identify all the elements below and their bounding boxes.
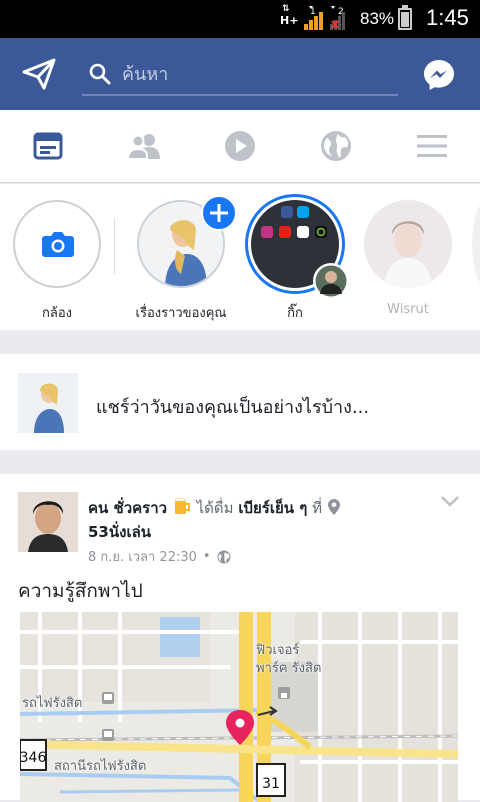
search-input[interactable]: [122, 58, 392, 90]
post-drink[interactable]: เบียร์เย็น ๆ: [238, 499, 307, 517]
top-app-bar: [0, 38, 480, 110]
clock: 1:45: [426, 5, 469, 30]
battery-percent: 83%: [360, 9, 395, 28]
tab-menu[interactable]: [408, 124, 456, 168]
messenger-icon[interactable]: [422, 58, 456, 92]
story-wisrut-thumbnail: [364, 200, 452, 288]
post-author-name[interactable]: คน ชั่วคราว: [88, 499, 167, 517]
camera-icon: [42, 232, 74, 257]
signal-strength-sim1-icon: 1: [304, 6, 323, 30]
story-label: กล้อง: [42, 306, 72, 321]
menu-icon: [417, 135, 447, 157]
story-next-peek[interactable]: [472, 200, 480, 288]
story-gik-avatar: [313, 263, 349, 299]
post-place[interactable]: 53นั่งเล่น: [88, 523, 151, 541]
signal-strength-sim2-icon: 2: [330, 6, 345, 30]
post-action-text: ได้ดื่ม: [196, 499, 234, 517]
send-icon[interactable]: [22, 58, 56, 90]
status-bar: ⇅ H+ 1 2 83% 1:45: [0, 0, 480, 38]
story-label: กิ๊ก: [287, 306, 303, 321]
beer-icon: [174, 497, 190, 514]
tab-bar: [0, 110, 480, 183]
location-map[interactable]: 346 31 ฟิวเจอร์ พาร์ค รังสิต รถไฟรังสิต …: [20, 612, 458, 802]
svg-text:346: 346: [20, 750, 46, 766]
news-feed-icon: [33, 132, 63, 160]
composer-prompt[interactable]: แชร์ว่าวันของคุณเป็นอย่างไรบ้าง...: [96, 392, 369, 421]
friends-icon: [126, 134, 160, 160]
network-type: ⇅ H+: [280, 4, 299, 27]
search-bar[interactable]: [82, 56, 398, 96]
post-at-text: ที่: [312, 499, 322, 517]
add-story-button[interactable]: [201, 195, 237, 231]
post-header: คน ชั่วคราว ได้ดื่ม เบียร์เย็น ๆ ที่ 53น…: [88, 496, 378, 544]
public-globe-icon: [217, 550, 231, 563]
composer[interactable]: แชร์ว่าวันของคุณเป็นอย่างไรบ้าง...: [0, 354, 480, 450]
post-timestamp[interactable]: 8 ก.ย. เวลา 22:30: [88, 546, 197, 567]
post-meta: 8 ก.ย. เวลา 22:30 •: [88, 546, 231, 567]
story-camera[interactable]: กล้อง: [7, 200, 107, 323]
post-options-chevron-icon[interactable]: [440, 494, 460, 508]
map-label-station: สถานีรถไฟรังสิต: [54, 759, 147, 774]
tab-news-feed[interactable]: [24, 124, 72, 168]
post-body: ความรู้สึกพาไป: [18, 580, 143, 602]
map-label-rail: รถไฟรังสิต: [22, 696, 83, 711]
feed-post: คน ชั่วคราว ได้ดื่ม เบียร์เย็น ๆ ที่ 53น…: [0, 474, 480, 802]
search-icon: [89, 63, 111, 85]
story-label: เรื่องราวของคุณ: [135, 306, 227, 321]
watch-icon: [225, 131, 255, 161]
map-label-future-park: ฟิวเจอร์ พาร์ค รังสิต: [256, 643, 322, 676]
battery-icon: [398, 5, 412, 30]
divider: [114, 218, 115, 274]
story-label: Wisrut: [387, 302, 429, 317]
meta-separator: •: [202, 549, 211, 564]
stories-tray: กล้อง เรื่องราวของคุณ กิ๊ก Wisrut: [0, 184, 480, 330]
notifications-globe-icon: [321, 131, 351, 161]
tab-friends[interactable]: [120, 124, 168, 168]
svg-text:31: 31: [262, 776, 280, 792]
composer-avatar: [18, 373, 78, 433]
tab-notifications[interactable]: [312, 124, 360, 168]
story-wisrut[interactable]: Wisrut: [358, 200, 458, 317]
post-author-avatar[interactable]: [18, 492, 78, 552]
tab-watch[interactable]: [216, 124, 264, 168]
location-pin-icon: [327, 499, 340, 515]
